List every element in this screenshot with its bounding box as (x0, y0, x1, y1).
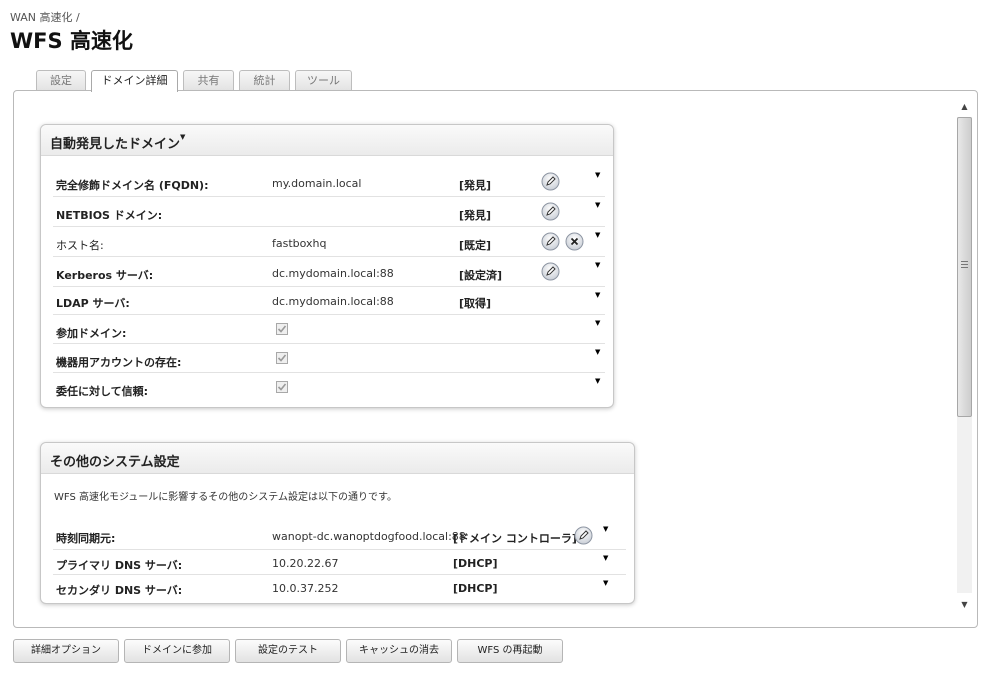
hostname-row: ホスト名: fastboxhq [既定] ▼ (53, 227, 605, 257)
restart-wfs-button[interactable]: WFS の再起動 (457, 639, 563, 663)
ldap-row: LDAP サーバ: dc.mydomain.local:88 [取得] ▼ (53, 287, 605, 315)
scroll-down-arrow-icon[interactable]: ▼ (955, 597, 974, 613)
vertical-scrollbar[interactable]: ▲ ▼ (955, 97, 974, 615)
kerberos-label: Kerberos サーバ: (56, 269, 154, 282)
netbios-status: [発見] (459, 209, 492, 222)
triangle-menu-icon[interactable]: ▼ (595, 231, 600, 239)
triangle-menu-icon[interactable]: ▼ (595, 319, 600, 327)
fqdn-value: my.domain.local (272, 177, 362, 190)
secondary-dns-row: セカンダリ DNS サーバ: 10.0.37.252 [DHCP] ▼ (53, 575, 626, 601)
kerberos-status: [設定済] (459, 269, 503, 282)
trust-delegation-row: 委任に対して信頼: ▼ (53, 373, 605, 403)
secondary-dns-label: セカンダリ DNS サーバ: (56, 584, 183, 597)
triangle-menu-icon[interactable]: ▼ (595, 377, 600, 385)
secondary-dns-status: [DHCP] (453, 582, 498, 595)
tab-domain-details[interactable]: ドメイン詳細 (91, 70, 178, 92)
primary-dns-status: [DHCP] (453, 557, 498, 570)
primary-dns-value: 10.20.22.67 (272, 557, 339, 570)
system-settings-description: WFS 高速化モジュールに影響するその他のシステム設定は以下の通りです。 (54, 492, 397, 503)
join-domain-label: 参加ドメイン: (56, 327, 127, 340)
page-title: WFS 高速化 (10, 29, 133, 53)
triangle-menu-icon[interactable]: ▼ (603, 579, 608, 587)
pencil-icon[interactable] (541, 172, 560, 191)
breadcrumb: WAN 高速化 / (10, 11, 80, 24)
triangle-menu-icon[interactable]: ▼ (603, 554, 608, 562)
scrollbar-thumb[interactable] (957, 117, 972, 417)
checkbox-checked-icon (276, 323, 288, 335)
time-sync-status: [ドメイン コントローラ] (453, 532, 577, 545)
system-settings-panel: その他のシステム設定 WFS 高速化モジュールに影響するその他のシステム設定は以… (40, 442, 635, 604)
triangle-menu-icon[interactable]: ▼ (180, 133, 185, 141)
primary-dns-row: プライマリ DNS サーバ: 10.20.22.67 [DHCP] ▼ (53, 550, 626, 575)
ldap-label: LDAP サーバ: (56, 297, 130, 310)
grip-icon (961, 261, 968, 270)
time-sync-value: wanopt-dc.wanoptdogfood.local:88 (272, 530, 466, 543)
ldap-status: [取得] (459, 297, 492, 310)
close-icon[interactable] (565, 232, 584, 251)
fqdn-label: 完全修飾ドメイン名 (FQDN): (56, 179, 209, 192)
triangle-menu-icon[interactable]: ▼ (603, 525, 608, 533)
domains-panel-title: 自動発見したドメイン▼ (41, 125, 613, 156)
triangle-menu-icon[interactable]: ▼ (595, 171, 600, 179)
hostname-status: [既定] (459, 239, 492, 252)
hostname-value: fastboxhq (272, 237, 327, 250)
kerberos-row: Kerberos サーバ: dc.mydomain.local:88 [設定済]… (53, 257, 605, 287)
scroll-up-arrow-icon[interactable]: ▲ (955, 99, 974, 115)
clear-cache-button[interactable]: キャッシュの消去 (346, 639, 452, 663)
pencil-icon[interactable] (541, 202, 560, 221)
primary-dns-label: プライマリ DNS サーバ: (56, 559, 183, 572)
test-settings-button[interactable]: 設定のテスト (235, 639, 341, 663)
pencil-icon[interactable] (541, 262, 560, 281)
secondary-dns-value: 10.0.37.252 (272, 582, 339, 595)
machine-account-row: 機器用アカウントの存在: ▼ (53, 344, 605, 373)
ldap-value: dc.mydomain.local:88 (272, 295, 394, 308)
triangle-menu-icon[interactable]: ▼ (595, 261, 600, 269)
time-sync-label: 時刻同期元: (56, 532, 116, 545)
system-settings-title: その他のシステム設定 (41, 443, 634, 474)
fqdn-status: [発見] (459, 179, 492, 192)
tab-settings[interactable]: 設定 (36, 70, 86, 91)
join-domain-button[interactable]: ドメインに参加 (124, 639, 230, 663)
fqdn-row: 完全修飾ドメイン名 (FQDN): my.domain.local [発見] ▼ (53, 167, 605, 197)
triangle-menu-icon[interactable]: ▼ (595, 201, 600, 209)
tab-shares[interactable]: 共有 (183, 70, 234, 91)
triangle-menu-icon[interactable]: ▼ (595, 291, 600, 299)
kerberos-value: dc.mydomain.local:88 (272, 267, 394, 280)
advanced-options-button[interactable]: 詳細オプション (13, 639, 119, 663)
pencil-icon[interactable] (541, 232, 560, 251)
domains-panel: 自動発見したドメイン▼ 完全修飾ドメイン名 (FQDN): my.domain.… (40, 124, 614, 408)
checkbox-checked-icon (276, 352, 288, 364)
trust-delegation-label: 委任に対して信頼: (56, 385, 149, 398)
netbios-row: NETBIOS ドメイン: [発見] ▼ (53, 197, 605, 227)
join-domain-row: 参加ドメイン: ▼ (53, 315, 605, 344)
tab-statistics[interactable]: 統計 (239, 70, 290, 91)
triangle-menu-icon[interactable]: ▼ (595, 348, 600, 356)
machine-account-label: 機器用アカウントの存在: (56, 356, 182, 369)
pencil-icon[interactable] (574, 526, 593, 545)
time-sync-row: 時刻同期元: wanopt-dc.wanoptdogfood.local:88 … (53, 521, 626, 550)
netbios-label: NETBIOS ドメイン: (56, 209, 163, 222)
checkbox-checked-icon (276, 381, 288, 393)
tab-tools[interactable]: ツール (295, 70, 352, 91)
hostname-label: ホスト名: (56, 239, 104, 252)
